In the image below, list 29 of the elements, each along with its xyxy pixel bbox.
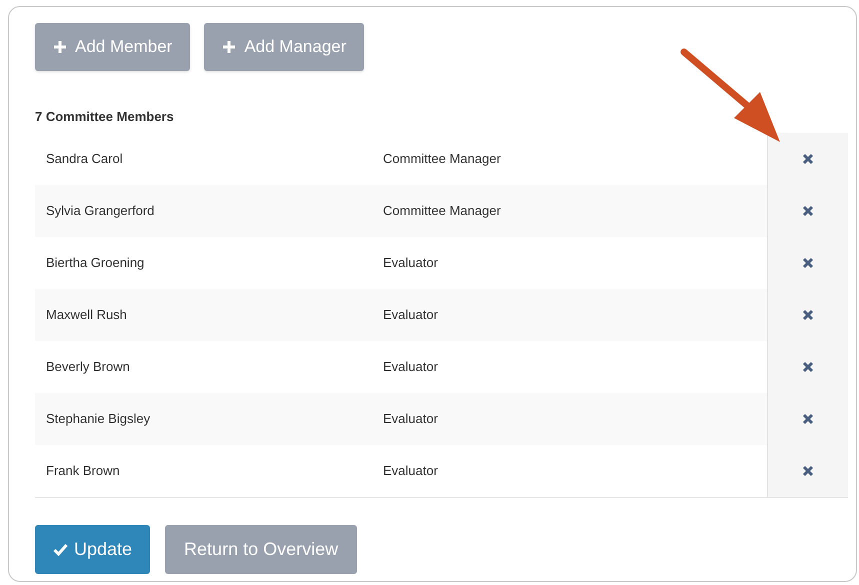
member-name: Sandra Carol <box>45 150 124 168</box>
member-name: Beverly Brown <box>45 358 131 376</box>
section-heading: 7 Committee Members <box>35 108 175 126</box>
member-name: Sylvia Grangerford <box>45 202 156 220</box>
plus-icon <box>222 40 236 54</box>
member-role: Evaluator <box>383 462 439 480</box>
remove-icon[interactable] <box>802 412 814 424</box>
member-role: Committee Manager <box>383 202 502 220</box>
add-button[interactable]: Add Member <box>35 23 190 71</box>
remove-icon[interactable] <box>802 204 814 216</box>
remove-icon[interactable] <box>802 256 814 268</box>
member-role: Evaluator <box>383 358 439 376</box>
plus-icon <box>53 40 67 54</box>
update-button[interactable]: Update <box>35 524 150 574</box>
member-name: Stephanie Bigsley <box>45 410 152 428</box>
member-role: Evaluator <box>383 410 439 428</box>
member-name: Biertha Groening <box>45 254 146 272</box>
remove-icon[interactable] <box>802 152 814 164</box>
member-role: Committee Manager <box>383 150 502 168</box>
member-name: Frank Brown <box>45 462 121 480</box>
member-role: Evaluator <box>383 254 439 272</box>
member-role: Evaluator <box>383 306 439 324</box>
member-name: Maxwell Rush <box>45 306 128 324</box>
remove-icon[interactable] <box>802 308 814 320</box>
add-button[interactable]: Add Manager <box>204 23 364 71</box>
check-icon <box>53 542 68 556</box>
remove-icon[interactable] <box>802 360 814 372</box>
remove-icon[interactable] <box>802 464 814 476</box>
return-button[interactable]: Return to Overview <box>165 524 358 574</box>
